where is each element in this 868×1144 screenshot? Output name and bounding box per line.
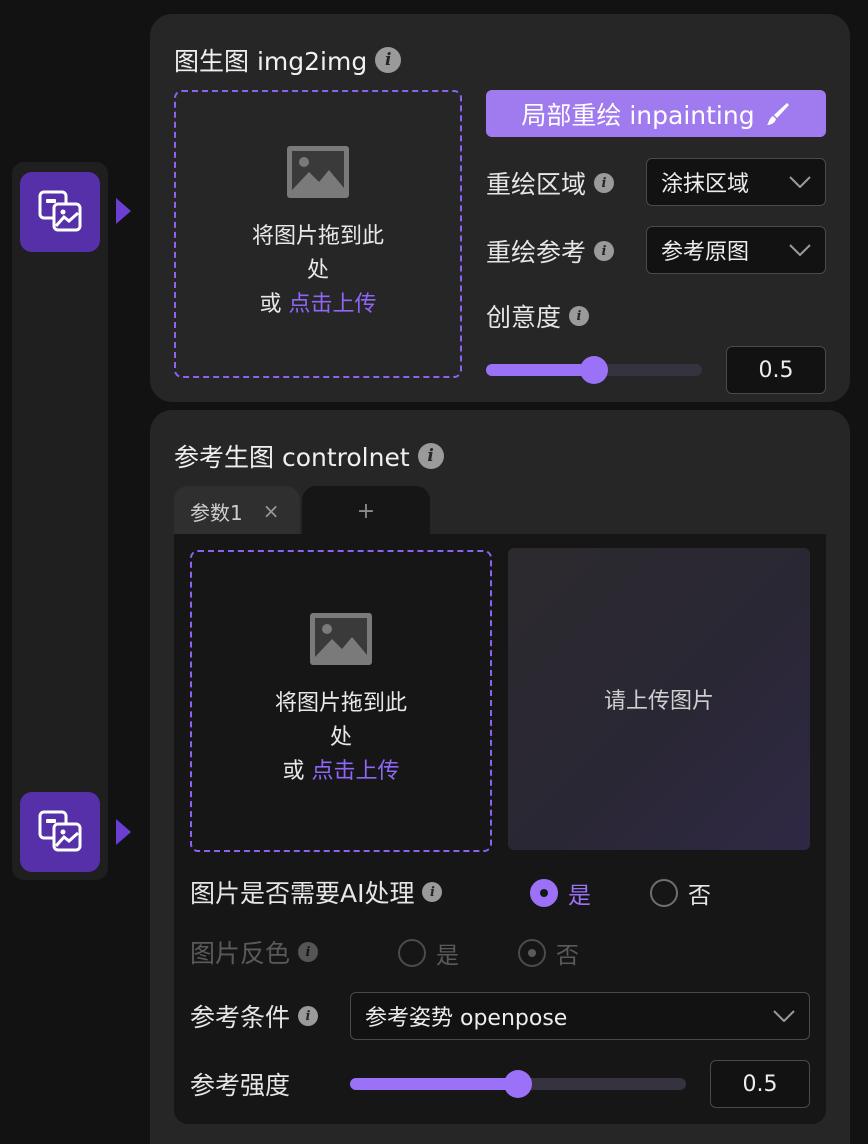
img2img-dropzone[interactable]: 将图片拖到此 处 或 点击上传 (174, 90, 462, 378)
invert-label-text: 图片反色 (190, 939, 291, 968)
images-stack-icon (38, 190, 82, 232)
image-placeholder-icon (287, 146, 349, 198)
ai-process-yes-radio[interactable]: 是 (530, 876, 591, 910)
left-rail (12, 162, 108, 880)
chevron-down-icon (773, 1010, 795, 1022)
ai-process-label-text: 图片是否需要AI处理 (190, 879, 415, 908)
redraw-area-label: 重绘区域 i (486, 165, 615, 201)
condition-label-text: 参考条件 (190, 1003, 291, 1032)
click-upload-link[interactable]: 点击上传 (289, 292, 377, 317)
strength-slider-fill (350, 1078, 518, 1090)
page: 图生图 img2img i 将图片拖到此 处 或 点击上传 局部重绘 inpai… (0, 0, 868, 1144)
img2img-node-button[interactable] (20, 172, 100, 252)
radio-dot (650, 879, 678, 907)
strength-slider-handle[interactable] (504, 1070, 532, 1098)
brush-icon (766, 102, 789, 125)
creativity-value-input[interactable]: 0.5 (726, 346, 826, 394)
img2img-title-text: 图生图 img2img (174, 47, 368, 76)
img2img-panel: 图生图 img2img i 将图片拖到此 处 或 点击上传 局部重绘 inpai… (150, 14, 850, 402)
invert-yes-radio: 是 (398, 936, 459, 970)
strength-value-input[interactable]: 0.5 (710, 1060, 810, 1108)
ai-process-no-label: 否 (688, 883, 711, 909)
tab-params-1[interactable]: 参数1 × (174, 486, 300, 536)
invert-label: 图片反色 i (190, 934, 319, 970)
radio-dot (398, 939, 426, 967)
info-icon[interactable]: i (417, 443, 444, 469)
dropzone-upload-line: 或 点击上传 (282, 755, 399, 789)
redraw-ref-value: 参考原图 (661, 240, 750, 265)
controlnet-panel: 参考生图 controlnet i 参数1 × + 将图片拖到此 处 或 点击上… (150, 410, 850, 1144)
radio-dot (530, 879, 558, 907)
controlnet-title: 参考生图 controlnet i (174, 438, 444, 474)
close-tab-icon[interactable]: × (263, 499, 280, 523)
images-stack-icon (38, 810, 82, 852)
controlnet-dropzone[interactable]: 将图片拖到此 处 或 点击上传 (190, 550, 492, 852)
info-icon[interactable]: i (422, 882, 443, 902)
ai-process-no-radio[interactable]: 否 (650, 876, 711, 910)
creativity-slider-fill (486, 364, 594, 376)
creativity-value: 0.5 (758, 357, 794, 383)
info-icon[interactable]: i (375, 47, 402, 73)
dropzone-text-line1: 将图片拖到此 (274, 691, 407, 716)
condition-select[interactable]: 参考姿势 openpose (350, 992, 810, 1040)
condition-label: 参考条件 i (190, 998, 319, 1034)
invert-no-label: 否 (556, 943, 579, 969)
info-icon[interactable]: i (298, 1006, 319, 1026)
redraw-area-label-text: 重绘区域 (486, 170, 587, 199)
strength-label-text: 参考强度 (190, 1071, 291, 1100)
creativity-slider-handle[interactable] (580, 356, 608, 384)
redraw-area-select[interactable]: 涂抹区域 (646, 158, 826, 206)
strength-value: 0.5 (742, 1071, 778, 1097)
info-icon[interactable]: i (594, 173, 615, 193)
tab-content: 将图片拖到此 处 或 点击上传 请上传图片 图片是否需要AI处理 i 是 否 图… (174, 534, 826, 1124)
radio-dot (518, 939, 546, 967)
strength-label: 参考强度 (190, 1066, 290, 1102)
img2img-title: 图生图 img2img i (174, 42, 402, 78)
invert-no-radio: 否 (518, 936, 579, 970)
tab-params-1-label: 参数1 (190, 500, 243, 525)
strength-slider[interactable] (350, 1070, 686, 1098)
image-placeholder-icon (310, 613, 372, 665)
creativity-label-text: 创意度 (486, 303, 562, 332)
redraw-ref-select[interactable]: 参考原图 (646, 226, 826, 274)
inpainting-button[interactable]: 局部重绘 inpainting (486, 90, 826, 137)
inpainting-button-label: 局部重绘 inpainting (521, 100, 755, 130)
preview-placeholder-text: 请上传图片 (603, 689, 714, 714)
dropzone-or-text: 或 (282, 759, 305, 784)
redraw-ref-label-text: 重绘参考 (486, 238, 587, 267)
ai-process-label: 图片是否需要AI处理 i (190, 874, 443, 910)
dropzone-text-line1: 将图片拖到此 (251, 224, 384, 249)
chevron-down-icon (789, 176, 811, 188)
info-icon[interactable]: i (594, 241, 615, 261)
redraw-area-value: 涂抹区域 (661, 172, 750, 197)
controlnet-node-button[interactable] (20, 792, 100, 872)
controlnet-connector-arrow (116, 819, 131, 845)
redraw-ref-label: 重绘参考 i (486, 233, 615, 269)
dropzone-text-line2: 处 (306, 258, 329, 283)
add-tab-button[interactable]: + (302, 486, 430, 536)
plus-icon: + (356, 498, 376, 524)
info-icon[interactable]: i (569, 306, 590, 326)
ai-process-yes-label: 是 (568, 883, 591, 909)
preview-area: 请上传图片 (508, 548, 810, 850)
click-upload-link[interactable]: 点击上传 (312, 759, 400, 784)
dropzone-upload-line: 或 点击上传 (259, 288, 376, 322)
img2img-connector-arrow (116, 198, 131, 224)
dropzone-text-line2: 处 (329, 725, 352, 750)
creativity-slider[interactable] (486, 356, 702, 384)
chevron-down-icon (789, 244, 811, 256)
invert-yes-label: 是 (436, 943, 459, 969)
condition-value: 参考姿势 openpose (365, 1006, 568, 1031)
controlnet-title-text: 参考生图 controlnet (174, 443, 410, 472)
info-icon: i (298, 942, 319, 962)
creativity-label: 创意度 i (486, 298, 590, 334)
dropzone-or-text: 或 (259, 292, 282, 317)
